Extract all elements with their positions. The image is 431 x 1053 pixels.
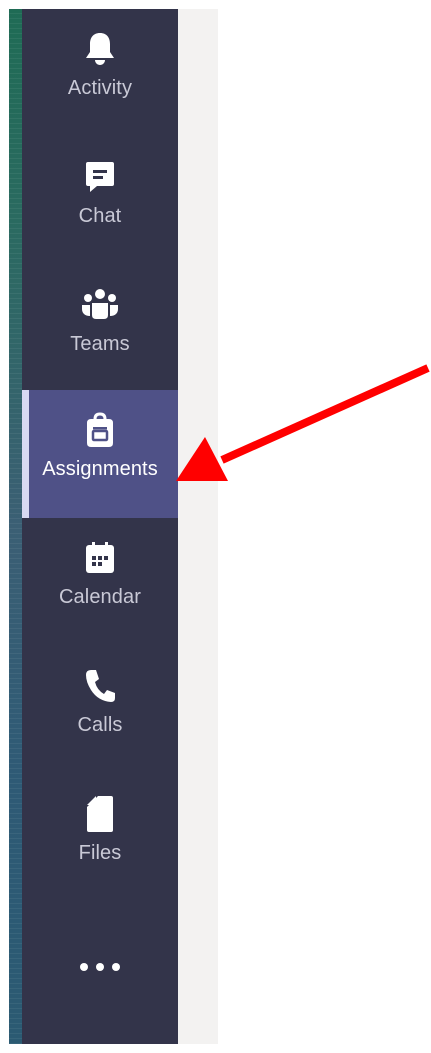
- bell-icon: [80, 29, 120, 69]
- nav-label-chat: Chat: [78, 205, 122, 227]
- teams-icon: [80, 285, 120, 325]
- background-strip: [9, 9, 22, 1044]
- nav-label-assignments: Assignments: [42, 458, 158, 480]
- teams-app-screenshot: Activity Chat Teams Assignments Calendar…: [0, 0, 431, 1053]
- backpack-icon: [80, 410, 120, 450]
- chat-icon: [80, 157, 120, 197]
- nav-item-chat[interactable]: Chat: [22, 137, 178, 265]
- file-icon: [80, 794, 120, 834]
- nav-label-teams: Teams: [70, 333, 130, 355]
- content-area-edge: [178, 9, 218, 1044]
- nav-label-calls: Calls: [77, 714, 123, 736]
- app-bar: Activity Chat Teams Assignments Calendar…: [22, 9, 178, 1044]
- nav-item-teams[interactable]: Teams: [22, 265, 178, 393]
- nav-label-calendar: Calendar: [59, 586, 141, 608]
- calendar-icon: [80, 538, 120, 578]
- nav-item-files[interactable]: Files: [22, 774, 178, 902]
- nav-item-assignments[interactable]: Assignments: [22, 390, 178, 518]
- nav-label-files: Files: [78, 842, 122, 864]
- nav-item-calendar[interactable]: Calendar: [22, 518, 178, 646]
- nav-label-activity: Activity: [67, 77, 133, 99]
- more-icon[interactable]: [22, 947, 178, 987]
- nav-item-calls[interactable]: Calls: [22, 646, 178, 774]
- nav-item-activity[interactable]: Activity: [22, 9, 178, 137]
- phone-icon: [80, 666, 120, 706]
- active-indicator: [22, 390, 29, 518]
